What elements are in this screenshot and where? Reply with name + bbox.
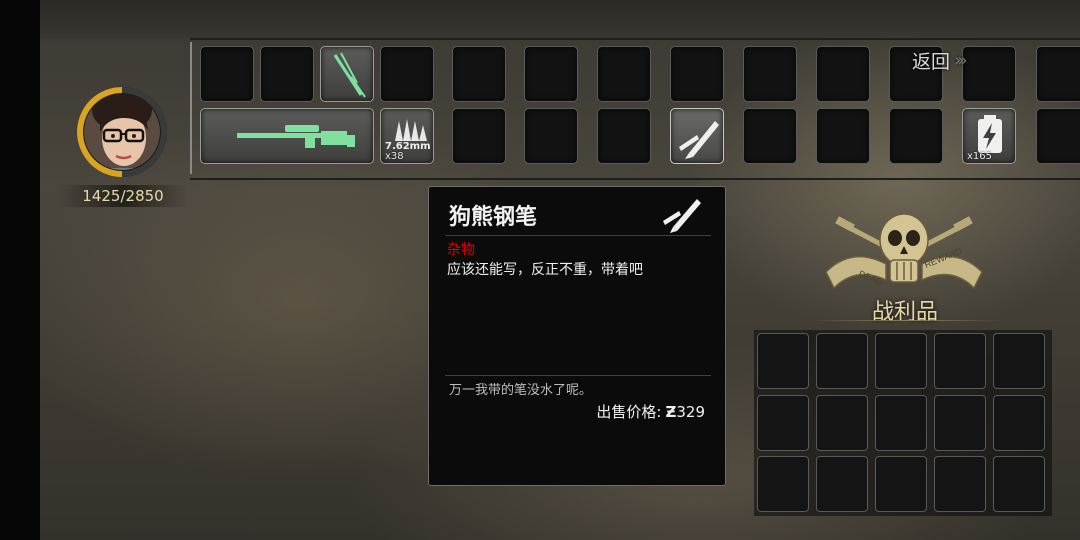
- pen-icon: [679, 121, 719, 159]
- inventory-slot-ammo[interactable]: 7.62mm x38: [380, 108, 434, 164]
- inventory-slot[interactable]: [597, 108, 651, 164]
- inventory-slot-sniper-rifle[interactable]: [200, 108, 374, 164]
- item-category: 杂物: [447, 242, 475, 258]
- loot-slot[interactable]: [757, 456, 809, 512]
- screen-edge-bar: [0, 0, 40, 540]
- portrait-svg: [77, 87, 167, 177]
- divider: [445, 235, 711, 236]
- divider: [445, 375, 711, 376]
- inventory-slot[interactable]: [452, 108, 506, 164]
- inventory-slot-battery[interactable]: x165: [962, 108, 1016, 164]
- ammo-quantity: x38: [385, 151, 404, 162]
- loot-slot[interactable]: [816, 333, 868, 389]
- loot-slot[interactable]: [757, 395, 809, 451]
- inventory-slot[interactable]: [380, 46, 434, 102]
- crossed-blades-icon: [333, 52, 366, 98]
- pen-icon: [663, 199, 701, 233]
- price-value: 329: [676, 403, 705, 421]
- loot-slot[interactable]: [934, 333, 986, 389]
- loot-slot[interactable]: [993, 456, 1045, 512]
- price-label: 出售价格:: [596, 403, 662, 421]
- top-band: [40, 0, 1080, 38]
- inventory-slot-crossed-blades[interactable]: [320, 46, 374, 102]
- inventory-slot[interactable]: [743, 108, 797, 164]
- loot-slot[interactable]: [816, 395, 868, 451]
- loot-slot[interactable]: [816, 456, 868, 512]
- item-tooltip: 狗熊钢笔 杂物 应该还能写，反正不重，带着吧 万一我带的笔没水了呢。 出售价格:…: [428, 186, 726, 486]
- inventory-slot[interactable]: [816, 46, 870, 102]
- inventory-slot[interactable]: [524, 46, 578, 102]
- character-portrait[interactable]: [74, 84, 170, 180]
- inventory-slot[interactable]: [670, 46, 724, 102]
- loot-slot[interactable]: [934, 456, 986, 512]
- back-label: 返回: [912, 50, 951, 73]
- inventory-slot[interactable]: [260, 46, 314, 102]
- inventory-slot[interactable]: [1036, 108, 1080, 164]
- loot-title: 战利品: [871, 300, 938, 325]
- sniper-rifle-icon: [237, 125, 355, 148]
- hp-readout: 1425/2850: [58, 185, 188, 207]
- currency-icon: Ƶ: [665, 403, 677, 421]
- item-description: 应该还能写，反正不重，带着吧: [447, 262, 643, 278]
- loot-slot[interactable]: [757, 333, 809, 389]
- loot-slot[interactable]: [875, 456, 927, 512]
- inventory-slot[interactable]: [524, 108, 578, 164]
- back-button[interactable]: 返回 ›››: [912, 46, 967, 74]
- game-scene: 1425/2850 7.62mm x38 x165 返回 ››› 狗熊钢笔 杂物…: [0, 0, 1080, 540]
- loot-slot[interactable]: [875, 395, 927, 451]
- loot-slot[interactable]: [934, 395, 986, 451]
- loot-slot[interactable]: [993, 395, 1045, 451]
- item-sell-price: 出售价格: Ƶ329: [596, 401, 705, 422]
- inventory-slot[interactable]: [743, 46, 797, 102]
- loot-slot[interactable]: [993, 333, 1045, 389]
- inventory-slot[interactable]: [597, 46, 651, 102]
- dead-reward-skull-emblem: DEAD REWARD: [825, 213, 983, 290]
- inventory-slot-pen-selected[interactable]: [670, 108, 724, 164]
- loot-title-underline: [808, 320, 1004, 321]
- chevron-right-icon: ›››: [954, 49, 967, 71]
- loot-slot[interactable]: [875, 333, 927, 389]
- inventory-slot[interactable]: [200, 46, 254, 102]
- battery-quantity: x165: [967, 151, 993, 162]
- inventory-slot[interactable]: [889, 108, 943, 164]
- item-name: 狗熊钢笔: [449, 205, 538, 230]
- inventory-slot[interactable]: [962, 46, 1016, 102]
- inventory-slot[interactable]: [452, 46, 506, 102]
- inventory-slot[interactable]: [816, 108, 870, 164]
- inventory-slot[interactable]: [1036, 46, 1080, 102]
- item-flavor-text: 万一我带的笔没水了呢。: [449, 383, 593, 398]
